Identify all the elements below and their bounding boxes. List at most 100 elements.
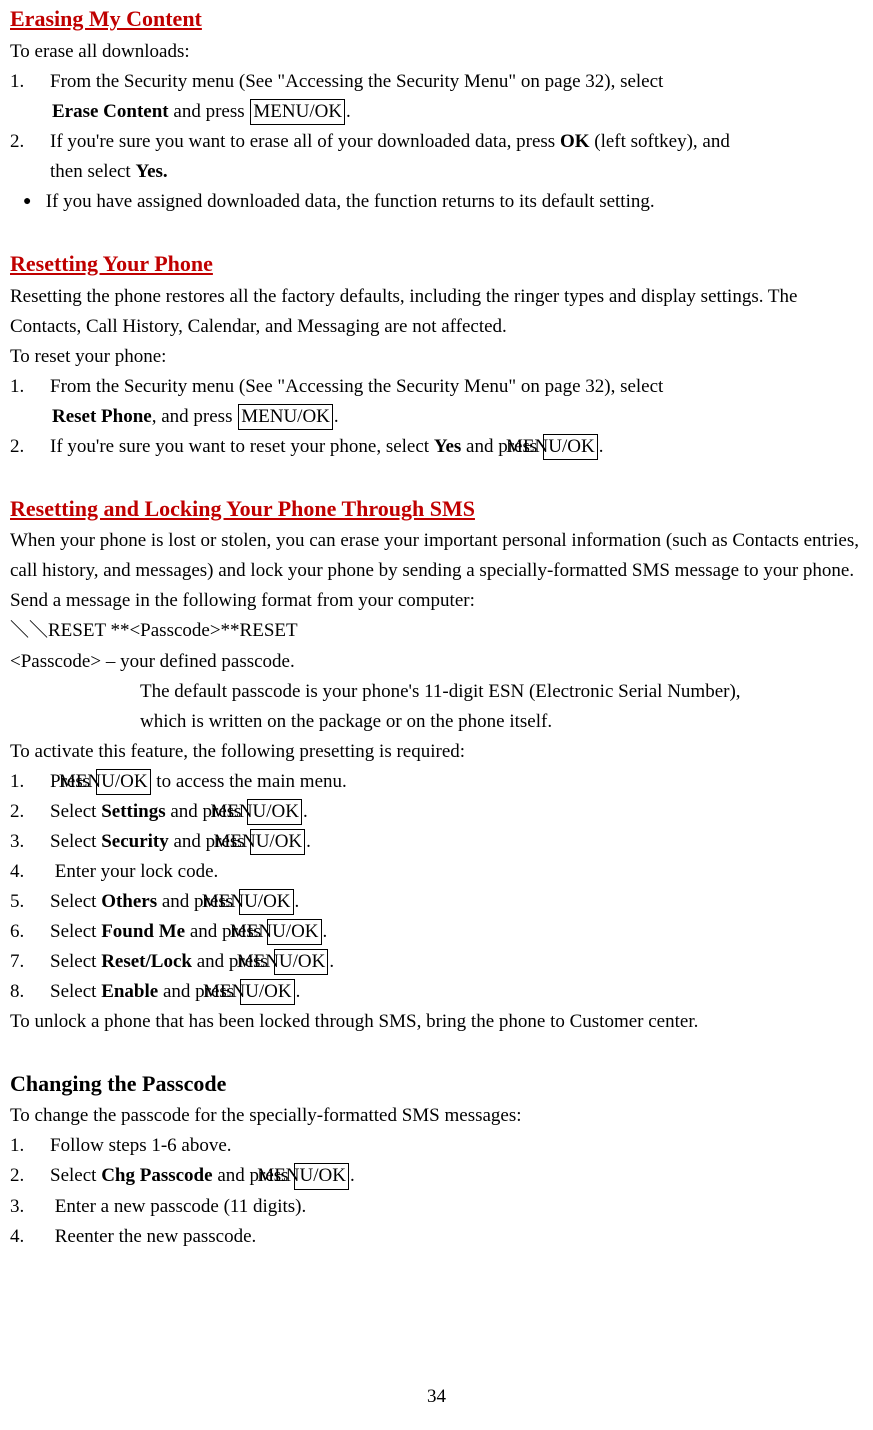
bold-text: Reset/Lock: [101, 951, 192, 972]
bullet-icon: ●: [23, 194, 31, 209]
heading-sms-reset: Resetting and Locking Your Phone Through…: [10, 492, 475, 527]
list-item: 4. Reenter the new passcode.: [10, 1222, 863, 1252]
text: which is written on the package or on th…: [10, 707, 863, 737]
key-menu-ok: MENU/OK: [250, 829, 305, 856]
list-number: 8.: [10, 977, 50, 1007]
text: Erase Content and press MENU/OK.: [10, 97, 863, 127]
text: If you're sure you want to reset your ph…: [50, 436, 434, 457]
bold-text: Enable: [101, 981, 158, 1002]
text: .: [334, 406, 339, 427]
heading-erasing: Erasing My Content: [10, 2, 202, 37]
text: To change the passcode for the specially…: [10, 1101, 863, 1131]
list-item: 3. Enter a new passcode (11 digits).: [10, 1192, 863, 1222]
page-number: 34: [0, 1382, 873, 1412]
text: .: [296, 981, 301, 1002]
list-number: 6.: [10, 917, 50, 947]
text: Enter your lock code.: [50, 861, 218, 882]
bold-text: Reset Phone: [52, 406, 152, 427]
text: From the Security menu (See "Accessing t…: [50, 71, 663, 92]
section-changing-passcode: Changing the Passcode To change the pass…: [10, 1067, 863, 1252]
text: and press: [169, 101, 250, 122]
list-number: 5.: [10, 887, 50, 917]
list-item: 1.From the Security menu (See "Accessing…: [10, 67, 863, 97]
list-number: 4.: [10, 1222, 50, 1252]
list-item: 6.Select Found Me and press MENU/OK.: [10, 917, 863, 947]
section-resetting: Resetting Your Phone Resetting the phone…: [10, 247, 863, 462]
text: .: [350, 1165, 355, 1186]
text: .: [323, 921, 328, 942]
list-number: 4.: [10, 857, 50, 887]
list-item: ● If you have assigned downloaded data, …: [10, 187, 863, 217]
list-number: 7.: [10, 947, 50, 977]
list-item: 2.Select Settings and press MENU/OK.: [10, 797, 863, 827]
bold-text: Yes: [434, 436, 461, 457]
text: Select: [50, 831, 101, 852]
text: When your phone is lost or stolen, you c…: [10, 526, 863, 586]
text: The default passcode is your phone's 11-…: [10, 677, 863, 707]
list-item: 1.From the Security menu (See "Accessing…: [10, 372, 863, 402]
text: (left softkey), and: [590, 131, 730, 152]
manual-page: Erasing My Content To erase all download…: [0, 0, 873, 1430]
list-number: 2.: [10, 797, 50, 827]
list-item: 7.Select Reset/Lock and press MENU/OK.: [10, 947, 863, 977]
text: Select: [50, 981, 101, 1002]
text: Follow steps 1-6 above.: [50, 1135, 232, 1156]
list-item: 1.Press MENU/OK to access the main menu.: [10, 767, 863, 797]
text: Select: [50, 951, 101, 972]
bold-text: Found Me: [101, 921, 185, 942]
list-number: 2.: [10, 127, 50, 157]
list-number: 1.: [10, 1131, 50, 1161]
sms-format: ＼＼RESET **<Passcode>**RESET: [10, 616, 863, 646]
key-menu-ok: MENU/OK: [238, 404, 333, 431]
text: Select: [50, 1165, 101, 1186]
text: Select: [50, 921, 101, 942]
list-item: 5.Select Others and press MENU/OK.: [10, 887, 863, 917]
key-menu-ok: MENU/OK: [543, 434, 598, 461]
text: Resetting the phone restores all the fac…: [10, 282, 863, 342]
list-item: 2.Select Chg Passcode and press MENU/OK.: [10, 1161, 863, 1191]
text: Reenter the new passcode.: [50, 1226, 256, 1247]
list-item: 3.Select Security and press MENU/OK.: [10, 827, 863, 857]
text: Reset Phone, and press MENU/OK.: [10, 402, 863, 432]
key-menu-ok: MENU/OK: [247, 799, 302, 826]
list-number: 1.: [10, 767, 50, 797]
text: Select: [50, 891, 101, 912]
text: then select Yes.: [10, 157, 863, 187]
text: to access the main menu.: [152, 771, 347, 792]
list-number: 3.: [10, 1192, 50, 1222]
text: Send a message in the following format f…: [10, 586, 863, 616]
text: To unlock a phone that has been locked t…: [10, 1007, 863, 1037]
text: From the Security menu (See "Accessing t…: [50, 376, 663, 397]
bold-text: OK: [560, 131, 590, 152]
text: .: [599, 436, 604, 457]
list-number: 1.: [10, 67, 50, 97]
bold-text: Security: [101, 831, 169, 852]
bold-text: Chg Passcode: [101, 1165, 212, 1186]
list-item: 1.Follow steps 1-6 above.: [10, 1131, 863, 1161]
text: .: [346, 101, 351, 122]
list-number: 2.: [10, 432, 50, 462]
text: .: [295, 891, 300, 912]
text: , and press: [152, 406, 237, 427]
key-menu-ok: MENU/OK: [239, 889, 294, 916]
list-number: 1.: [10, 372, 50, 402]
list-number: 3.: [10, 827, 50, 857]
text: then select: [50, 161, 135, 182]
list-item: 8.Select Enable and press MENU/OK.: [10, 977, 863, 1007]
text: To erase all downloads:: [10, 37, 863, 67]
text: .: [306, 831, 311, 852]
list-number: 2.: [10, 1161, 50, 1191]
key-menu-ok: MENU/OK: [96, 769, 151, 796]
list-item: 4. Enter your lock code.: [10, 857, 863, 887]
key-menu-ok: MENU/OK: [250, 99, 345, 126]
text: To activate this feature, the following …: [10, 737, 863, 767]
heading-resetting: Resetting Your Phone: [10, 247, 213, 282]
text: To reset your phone:: [10, 342, 863, 372]
text: If you're sure you want to erase all of …: [50, 131, 560, 152]
key-menu-ok: MENU/OK: [294, 1163, 349, 1190]
list-item: 2.If you're sure you want to erase all o…: [10, 127, 863, 157]
bold-text: Yes.: [135, 161, 167, 182]
text: .: [303, 801, 308, 822]
text: .: [329, 951, 334, 972]
key-menu-ok: MENU/OK: [274, 949, 329, 976]
